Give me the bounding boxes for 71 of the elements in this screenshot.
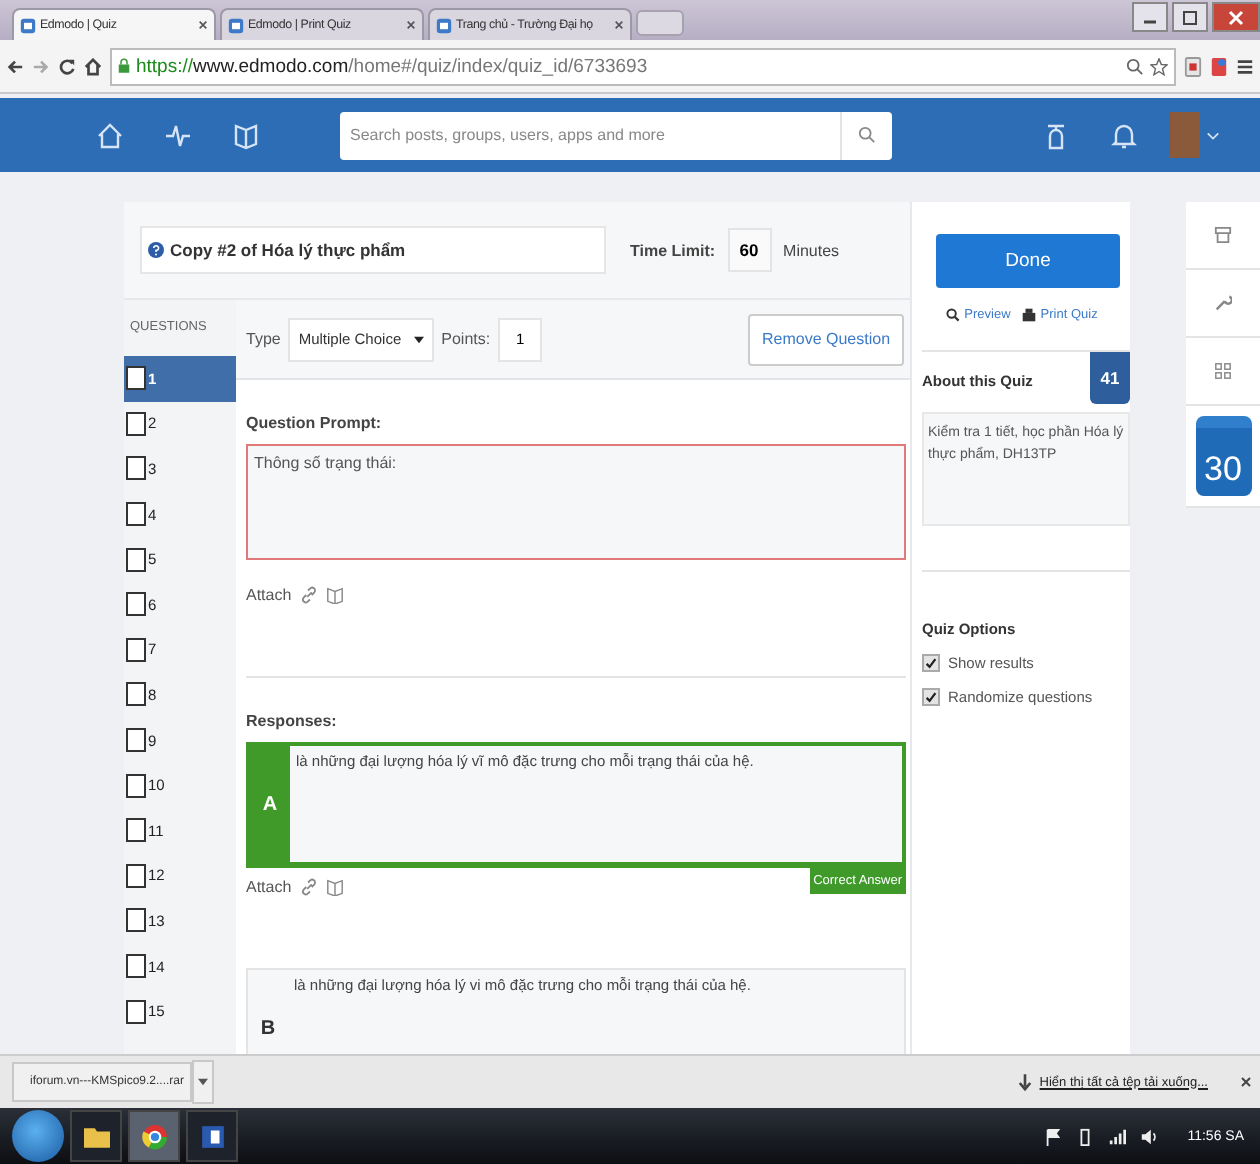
close-icon — [1226, 7, 1246, 27]
dropdown-button[interactable] — [192, 1060, 214, 1104]
flag-icon[interactable] — [1043, 1127, 1062, 1145]
points-label: Points: — [441, 330, 491, 348]
question-icon — [148, 242, 164, 258]
attach-label: Attach — [246, 586, 292, 604]
close-icon[interactable] — [1240, 1076, 1252, 1088]
minimize-button[interactable] — [1132, 2, 1168, 32]
minutes-label: Minutes — [783, 241, 840, 259]
zoom-icon[interactable] — [1126, 57, 1144, 75]
quiz-title-field[interactable]: Copy #2 of Hóa lý thực phẩm — [140, 226, 606, 274]
taskbar-button[interactable] — [128, 1110, 180, 1162]
search-icon — [946, 308, 961, 322]
search-field[interactable]: Search posts, groups, users, apps and more — [340, 111, 840, 159]
checkbox[interactable] — [922, 688, 940, 706]
question-count-badge: 41 — [1090, 352, 1130, 404]
minimize-icon — [1144, 19, 1156, 23]
time-limit-label: Time Limit: — [630, 241, 716, 259]
home-icon[interactable] — [84, 57, 102, 75]
maximize-icon — [1180, 7, 1200, 27]
prompt-field[interactable]: Thông số trạng thái: — [246, 444, 906, 560]
remove-question-button[interactable]: Remove Question — [748, 313, 904, 365]
calendar-day-badge[interactable]: 30 — [1195, 416, 1251, 496]
link-icon[interactable] — [299, 878, 318, 896]
back-icon[interactable] — [6, 57, 24, 75]
folder-icon — [83, 1123, 109, 1149]
start-button[interactable] — [12, 1110, 64, 1162]
star-icon[interactable] — [1150, 57, 1168, 75]
extension-icon[interactable] — [1210, 55, 1228, 77]
caret-icon — [413, 335, 424, 343]
battery-icon[interactable] — [1075, 1127, 1094, 1145]
store-icon — [1214, 226, 1232, 244]
printer-icon — [1022, 308, 1037, 322]
attach-label: Attach — [246, 878, 292, 896]
link-icon[interactable] — [299, 586, 318, 604]
pulse-icon[interactable] — [164, 121, 192, 149]
extension-icon[interactable] — [1184, 55, 1202, 77]
grid-icon — [1214, 362, 1232, 380]
book-icon[interactable] — [325, 586, 344, 604]
response-letter: A — [250, 746, 290, 862]
taskbar-button[interactable] — [70, 1110, 122, 1162]
bell-icon[interactable] — [1110, 121, 1138, 149]
caret-icon[interactable] — [1206, 129, 1220, 141]
responses-label: Responses: — [246, 712, 339, 730]
taskbar-button[interactable] — [186, 1110, 238, 1162]
close-icon[interactable] — [198, 20, 208, 30]
book-icon[interactable] — [325, 878, 344, 896]
reload-icon[interactable] — [58, 57, 76, 75]
page-icon — [228, 17, 244, 33]
lock-icon — [118, 58, 130, 74]
page-icon — [436, 17, 452, 33]
speaker-icon[interactable] — [1139, 1127, 1158, 1145]
caret-icon — [198, 1078, 208, 1086]
address-field[interactable]: https://www.edmodo.com/home#/quiz/index/quiz_id/6733693 — [110, 47, 1176, 85]
page-icon — [20, 17, 36, 33]
prompt-label: Question Prompt: — [246, 414, 384, 432]
maximize-button[interactable] — [1172, 2, 1208, 32]
checkbox[interactable] — [922, 654, 940, 672]
done-button[interactable]: Done — [936, 234, 1120, 288]
search-icon — [858, 126, 876, 144]
close-icon[interactable] — [406, 20, 416, 30]
close-icon[interactable] — [614, 20, 624, 30]
time-limit-field[interactable]: 60 — [727, 228, 772, 272]
browser-icon — [141, 1123, 167, 1149]
type-label: Type — [246, 330, 281, 348]
menu-icon[interactable] — [1236, 55, 1254, 77]
search-button[interactable] — [840, 111, 892, 159]
signal-icon[interactable] — [1107, 1127, 1126, 1145]
download-icon — [1017, 1073, 1032, 1091]
close-button[interactable] — [1212, 2, 1260, 32]
document-icon — [199, 1123, 225, 1149]
